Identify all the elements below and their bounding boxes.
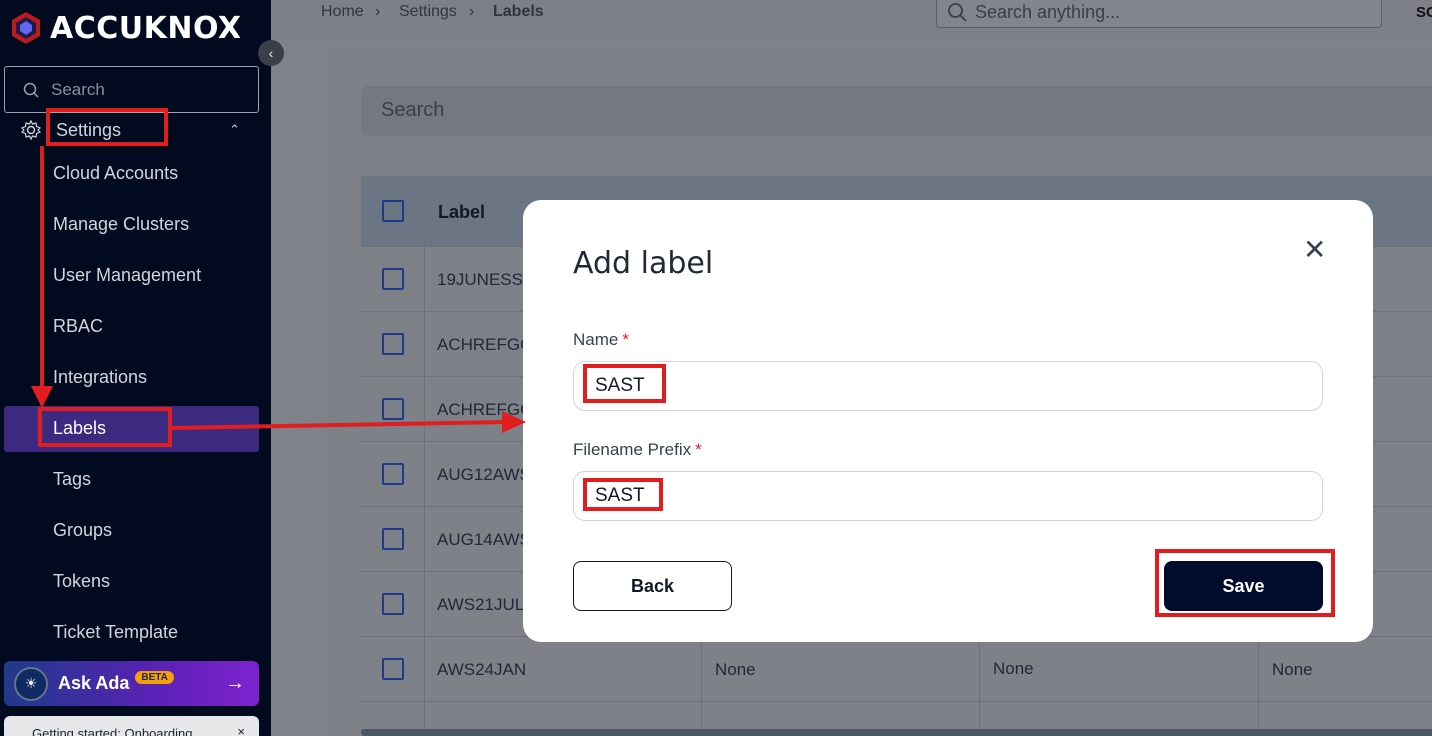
row-label: AWS24JAN	[437, 660, 527, 679]
sidebar-item-cloud-accounts[interactable]: Cloud Accounts	[53, 163, 178, 184]
annotation-box-save	[1155, 549, 1335, 617]
row-checkbox[interactable]	[382, 463, 404, 485]
select-all-checkbox[interactable]	[382, 200, 404, 222]
row-cell: None	[1272, 660, 1313, 679]
row-label: 19JUNESS	[437, 270, 523, 289]
column-divider	[424, 176, 425, 736]
annotation-box-prefix-value	[583, 478, 663, 511]
onboarding-text: Getting started: Onboarding	[32, 726, 193, 736]
arrow-right-icon: →	[225, 672, 245, 694]
labels-search-input[interactable]: Search	[361, 86, 1432, 136]
global-search-placeholder: Search anything...	[975, 1, 1121, 22]
chevron-up-icon: ⌃	[229, 122, 240, 137]
name-label-text: Name	[573, 330, 619, 349]
row-label: ACHREFGC	[437, 400, 533, 419]
brand-name: ACCUKNOX	[50, 10, 242, 46]
sidebar-item-tags[interactable]: Tags	[53, 469, 91, 490]
breadcrumb-separator-icon: ›	[469, 3, 475, 20]
sidebar-item-rbac[interactable]: RBAC	[53, 316, 103, 337]
sidebar-search-input[interactable]: Search	[4, 66, 259, 113]
global-search-input[interactable]: Search anything...	[936, 0, 1382, 28]
onboarding-banner[interactable]: Getting started: Onboarding ×	[4, 716, 259, 736]
ada-avatar-icon: ☀	[14, 666, 48, 701]
row-label: AUG12AWS	[437, 465, 531, 484]
column-header-label: Label	[438, 202, 486, 222]
breadcrumb-home[interactable]: Home	[321, 3, 364, 21]
prefix-label-text: Filename Prefix	[573, 440, 692, 459]
required-mark: *	[695, 440, 702, 459]
sidebar-item-integrations[interactable]: Integrations	[53, 367, 147, 388]
sidebar-item-user-management[interactable]: User Management	[53, 265, 201, 286]
topbar: Home › Settings › Labels Search anything…	[271, 0, 1432, 38]
sidebar-item-ticket-template[interactable]: Ticket Template	[53, 622, 178, 643]
row-checkbox[interactable]	[382, 528, 404, 550]
row-cell: None	[993, 659, 1034, 678]
breadcrumb-settings[interactable]: Settings	[399, 3, 457, 21]
breadcrumb-labels: Labels	[493, 3, 544, 20]
sidebar-item-groups[interactable]: Groups	[53, 520, 112, 541]
gear-icon	[20, 119, 42, 141]
table-row[interactable]: AWS24JAN None None None	[361, 636, 1432, 701]
name-input[interactable]: SAST	[573, 361, 1323, 411]
search-icon	[23, 82, 39, 98]
back-button[interactable]: Back	[573, 561, 732, 611]
horizontal-scrollbar[interactable]	[361, 729, 1432, 736]
modal-title: Add label	[573, 246, 714, 281]
brand-logo[interactable]: ACCUKNOX	[8, 10, 242, 46]
row-cell: None	[715, 660, 756, 679]
filename-prefix-input[interactable]: SAST	[573, 471, 1323, 521]
collapse-sidebar-button[interactable]: ‹	[258, 40, 284, 66]
row-label: AUG14AWS	[437, 530, 531, 549]
annotation-box-name-value	[583, 364, 666, 403]
ask-ada-button[interactable]: ☀ Ask Ada BETA →	[4, 661, 259, 706]
sidebar-item-manage-clusters[interactable]: Manage Clusters	[53, 214, 189, 235]
ask-ada-label: Ask Ada	[58, 673, 130, 693]
filename-prefix-field-label: Filename Prefix *	[573, 440, 702, 460]
beta-badge: BETA	[135, 671, 174, 684]
row-checkbox[interactable]	[382, 593, 404, 615]
close-icon[interactable]: ×	[237, 724, 245, 736]
sidebar-search-placeholder: Search	[51, 79, 105, 99]
row-label: AWS21JUL	[437, 595, 525, 614]
close-icon[interactable]: ✕	[1303, 236, 1326, 264]
required-mark: *	[622, 330, 629, 349]
row-label: ACHREFGC	[437, 335, 533, 354]
breadcrumb-separator-icon: ›	[375, 3, 381, 20]
row-checkbox[interactable]	[382, 333, 404, 355]
chevron-left-icon: ‹	[268, 45, 274, 61]
name-field-label: Name *	[573, 330, 629, 350]
sidebar-item-tokens[interactable]: Tokens	[53, 571, 110, 592]
annotation-box-settings	[46, 108, 168, 146]
row-checkbox[interactable]	[382, 268, 404, 290]
row-checkbox[interactable]	[382, 658, 404, 680]
annotation-box-labels	[38, 407, 172, 447]
accuknox-logo-icon	[12, 12, 40, 44]
search-icon	[948, 3, 967, 22]
user-avatar[interactable]: SC	[1416, 4, 1432, 21]
row-checkbox[interactable]	[382, 398, 404, 420]
